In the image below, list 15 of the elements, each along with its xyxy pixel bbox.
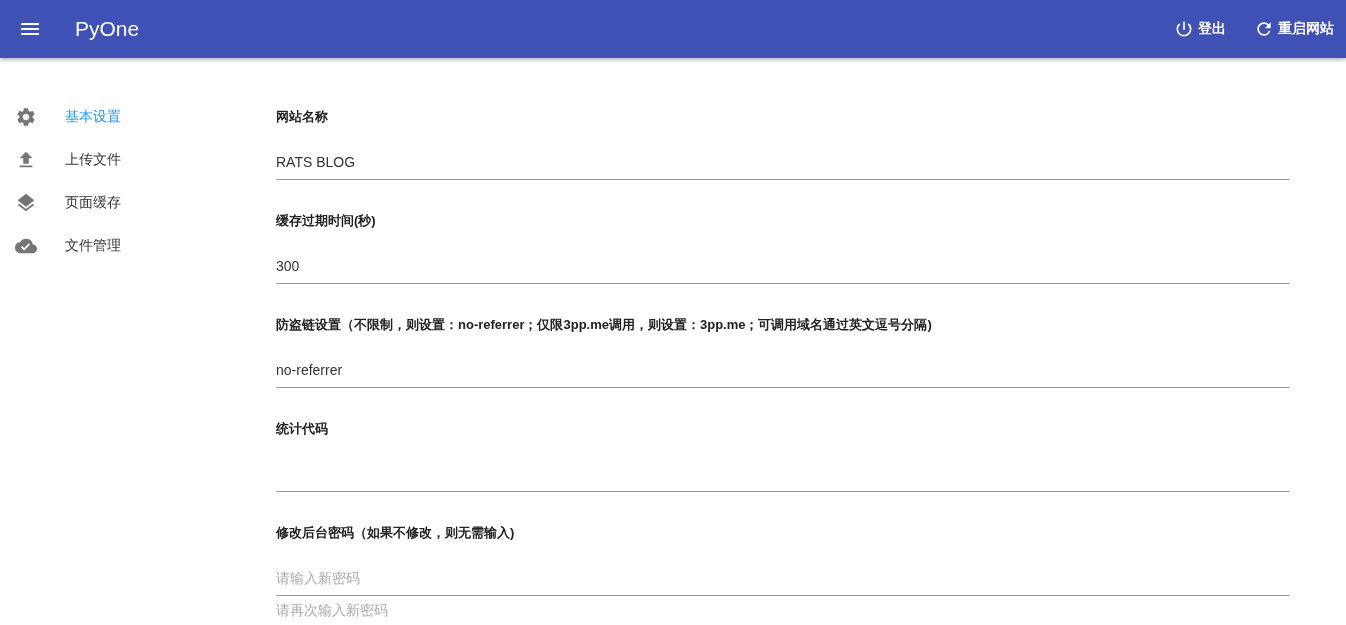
field-label: 防盗链设置（不限制，则设置：no-referrer；仅限3pp.me调用，则设置：3pp.me；可调用域名通过英文逗号分隔) — [276, 316, 933, 334]
refresh-icon — [1254, 19, 1274, 39]
power-icon — [1174, 19, 1194, 39]
sidebar-item[interactable]: 文件管理 — [0, 224, 276, 267]
field-label: 缓存过期时间(秒) — [276, 212, 377, 230]
sidebar-item[interactable]: 上传文件 — [0, 138, 276, 181]
sidebar-item[interactable]: 页面缓存 — [0, 181, 276, 224]
field-label: 修改后台密码（如果不修改，则无需输入) — [276, 524, 516, 542]
field-label: 网站名称 — [276, 108, 329, 126]
logout-button[interactable]: 登出 — [1174, 19, 1226, 39]
restart-button[interactable]: 重启网站 — [1254, 19, 1334, 39]
app-title: PyOne — [75, 17, 141, 41]
field-label: 统计代码 — [276, 420, 329, 438]
layers-icon — [15, 191, 37, 214]
gear-icon — [15, 105, 37, 128]
